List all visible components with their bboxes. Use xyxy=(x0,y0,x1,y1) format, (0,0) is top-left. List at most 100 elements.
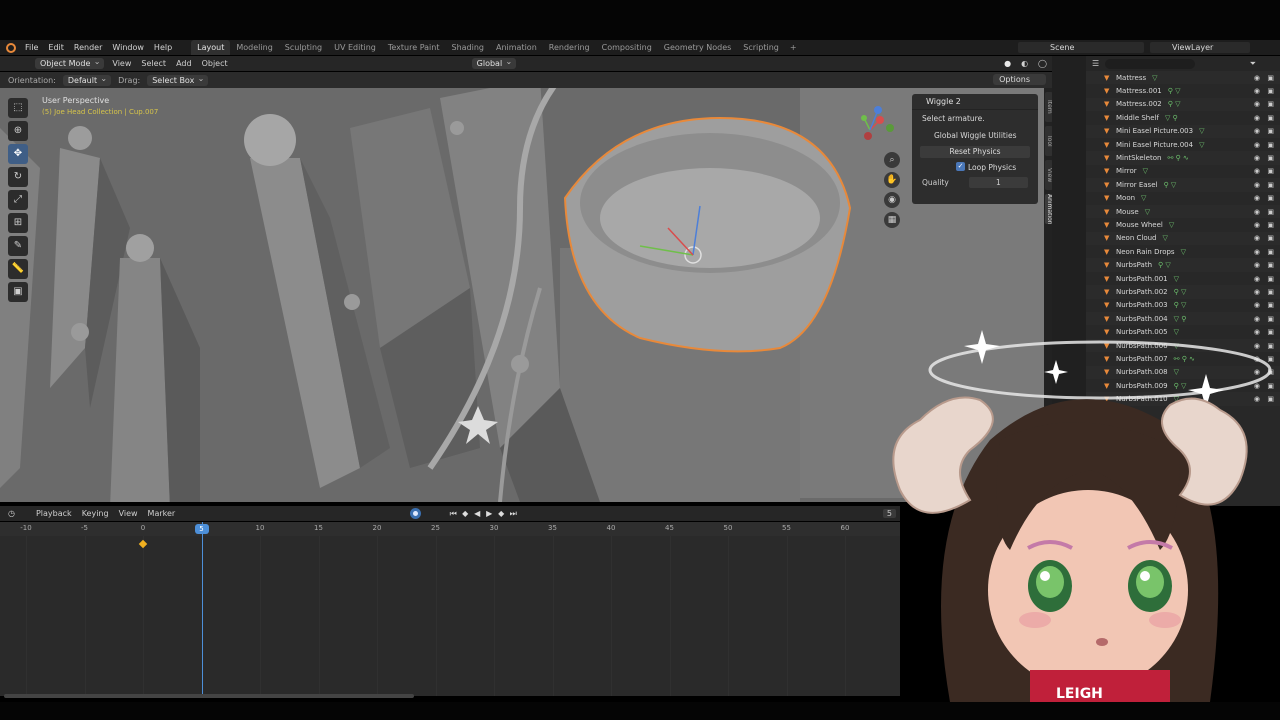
tab-compositing[interactable]: Compositing xyxy=(596,40,658,55)
render-camera-icon[interactable]: ▣ xyxy=(1267,74,1274,82)
render-camera-icon[interactable]: ▣ xyxy=(1267,154,1274,162)
outliner-item[interactable]: ▼ NurbsPath ⚲ ▽ ◉ ▣ xyxy=(1086,258,1280,272)
scale-tool-icon[interactable]: ⤢ xyxy=(8,190,28,210)
view-layer-selector[interactable]: ViewLayer xyxy=(1150,42,1250,53)
render-camera-icon[interactable]: ▣ xyxy=(1267,87,1274,95)
outliner-item[interactable]: ▼ Neon Cloud ▽ ◉ ▣ xyxy=(1086,231,1280,246)
visibility-eye-icon[interactable]: ◉ xyxy=(1254,234,1260,242)
render-camera-icon[interactable]: ▣ xyxy=(1267,275,1274,283)
render-camera-icon[interactable]: ▣ xyxy=(1267,114,1274,122)
timeline-ruler[interactable]: -10 -5 0 5 10 15 20 25 30 35 40 45 50 55 60 xyxy=(0,522,900,536)
blender-logo-icon[interactable] xyxy=(6,42,16,53)
render-camera-icon[interactable]: ▣ xyxy=(1267,141,1274,149)
tab-uv-editing[interactable]: UV Editing xyxy=(328,40,382,55)
transform-orientation-dropdown[interactable]: Global xyxy=(471,56,517,69)
ortho-grid-icon[interactable]: ▦ xyxy=(884,212,900,228)
global-utilities-section[interactable]: Global Wiggle Utilities xyxy=(912,127,1038,144)
transform-tool-icon[interactable]: ⊞ xyxy=(8,213,28,233)
outliner-type-icon[interactable]: ☰ xyxy=(1092,59,1099,68)
timeline-area[interactable] xyxy=(0,522,900,696)
visibility-eye-icon[interactable]: ◉ xyxy=(1254,301,1260,309)
tab-texture-paint[interactable]: Texture Paint xyxy=(382,40,446,55)
outliner-item[interactable]: ▼ Mouse ▽ ◉ ▣ xyxy=(1086,204,1280,219)
prev-keyframe-icon[interactable]: ◆ xyxy=(459,508,471,519)
menu-help[interactable]: Help xyxy=(149,40,177,55)
visibility-eye-icon[interactable]: ◉ xyxy=(1254,194,1260,202)
outliner-item[interactable]: ▼ NurbsPath.002 ⚲ ▽ ◉ ▣ xyxy=(1086,285,1280,299)
shading-material-icon[interactable]: ◐ xyxy=(1016,59,1033,68)
loop-physics-checkbox[interactable]: Loop Physics xyxy=(912,160,1038,175)
outliner-item[interactable]: ▼ Mouse Wheel ▽ ◉ ▣ xyxy=(1086,218,1280,231)
visibility-eye-icon[interactable]: ◉ xyxy=(1254,167,1260,175)
visibility-eye-icon[interactable]: ◉ xyxy=(1254,87,1260,95)
outliner-item[interactable]: ▼ NurbsPath.004 ▽ ⚲ ◉ ▣ xyxy=(1086,312,1280,326)
tab-scripting[interactable]: Scripting xyxy=(737,40,785,55)
visibility-eye-icon[interactable]: ◉ xyxy=(1254,248,1260,256)
shading-solid-icon[interactable]: ● xyxy=(999,59,1016,68)
outliner-item[interactable]: ▼ Mattress.002 ⚲ ▽ ◉ ▣ xyxy=(1086,97,1280,112)
render-camera-icon[interactable]: ▣ xyxy=(1267,208,1274,216)
tab-sculpting[interactable]: Sculpting xyxy=(279,40,328,55)
next-keyframe-icon[interactable]: ◆ xyxy=(495,508,507,519)
reset-physics-button[interactable]: Reset Physics xyxy=(920,146,1030,158)
visibility-eye-icon[interactable]: ◉ xyxy=(1254,288,1260,296)
outliner-item[interactable]: ▼ MintSkeleton ⚯ ⚲ ∿ ◉ ▣ xyxy=(1086,151,1280,165)
outliner-item[interactable]: ▼ Mini Easel Picture.003 ▽ ◉ ▣ xyxy=(1086,124,1280,138)
zoom-icon[interactable]: ⌕ xyxy=(884,152,900,168)
visibility-eye-icon[interactable]: ◉ xyxy=(1254,100,1260,108)
render-camera-icon[interactable]: ▣ xyxy=(1267,194,1274,202)
render-camera-icon[interactable]: ▣ xyxy=(1267,261,1274,269)
outliner-item[interactable]: ▼ Mirror ▽ ◉ ▣ xyxy=(1086,165,1280,178)
menu-select[interactable]: Select xyxy=(136,59,171,68)
camera-view-icon[interactable]: ◉ xyxy=(884,192,900,208)
mode-dropdown[interactable]: Object Mode xyxy=(35,56,105,69)
move-tool-icon[interactable]: ✥ xyxy=(8,144,28,164)
visibility-eye-icon[interactable]: ◉ xyxy=(1254,141,1260,149)
orientation-dropdown[interactable]: Default xyxy=(62,73,112,86)
render-camera-icon[interactable]: ▣ xyxy=(1267,301,1274,309)
rotate-tool-icon[interactable]: ↻ xyxy=(8,167,28,187)
add-cube-tool-icon[interactable]: ▣ xyxy=(8,282,28,302)
outliner-item[interactable]: ▼ Mini Easel Picture.004 ▽ ◉ ▣ xyxy=(1086,138,1280,151)
menu-timeline-view[interactable]: View xyxy=(114,509,143,518)
annotate-tool-icon[interactable]: ✎ xyxy=(8,236,28,256)
filter-icon[interactable]: ⏷ xyxy=(1250,59,1256,69)
visibility-eye-icon[interactable]: ◉ xyxy=(1254,181,1260,189)
quality-field[interactable]: 1 xyxy=(968,177,1028,188)
visibility-eye-icon[interactable]: ◉ xyxy=(1254,114,1260,122)
tab-layout[interactable]: Layout xyxy=(191,40,231,55)
visibility-eye-icon[interactable]: ◉ xyxy=(1254,261,1260,269)
visibility-eye-icon[interactable]: ◉ xyxy=(1254,315,1260,323)
menu-view[interactable]: View xyxy=(107,59,136,68)
options-button[interactable]: Options xyxy=(993,74,1046,85)
menu-file[interactable]: File xyxy=(20,40,43,55)
outliner-item[interactable]: ▼ NurbsPath.001 ▽ ◉ ▣ xyxy=(1086,272,1280,285)
drag-dropdown[interactable]: Select Box xyxy=(147,73,209,86)
navigation-gizmo-icon[interactable] xyxy=(842,100,898,156)
shading-rendered-icon[interactable]: ◯ xyxy=(1033,59,1052,68)
menu-playback[interactable]: Playback xyxy=(31,509,77,518)
record-icon[interactable] xyxy=(410,508,422,519)
keyframe-diamond[interactable] xyxy=(138,539,148,549)
play-icon[interactable]: ▶ xyxy=(483,508,495,519)
jump-end-icon[interactable]: ⏭ xyxy=(507,508,519,519)
render-camera-icon[interactable]: ▣ xyxy=(1267,248,1274,256)
panel-title[interactable]: Wiggle 2 xyxy=(912,94,1038,110)
visibility-eye-icon[interactable]: ◉ xyxy=(1254,208,1260,216)
menu-edit[interactable]: Edit xyxy=(43,40,69,55)
menu-add[interactable]: Add xyxy=(171,59,197,68)
playhead[interactable] xyxy=(201,522,203,696)
outliner-item[interactable]: ▼ NurbsPath.003 ⚲ ▽ ◉ ▣ xyxy=(1086,299,1280,312)
render-camera-icon[interactable]: ▣ xyxy=(1267,221,1274,229)
tab-rendering[interactable]: Rendering xyxy=(543,40,596,55)
tab-geometry-nodes[interactable]: Geometry Nodes xyxy=(658,40,737,55)
timeline-scrollbar[interactable] xyxy=(4,694,414,698)
render-camera-icon[interactable]: ▣ xyxy=(1267,100,1274,108)
add-workspace-icon[interactable]: + xyxy=(785,43,802,52)
select-box-tool-icon[interactable]: ⬚ xyxy=(8,98,28,118)
visibility-eye-icon[interactable]: ◉ xyxy=(1254,127,1260,135)
scene-selector[interactable]: Scene xyxy=(1018,42,1144,53)
render-camera-icon[interactable]: ▣ xyxy=(1267,288,1274,296)
outliner-item[interactable]: ▼ Mirror Easel ⚲ ▽ ◉ ▣ xyxy=(1086,178,1280,192)
outliner-item[interactable]: ▼ Neon Rain Drops ▽ ◉ ▣ xyxy=(1086,245,1280,258)
